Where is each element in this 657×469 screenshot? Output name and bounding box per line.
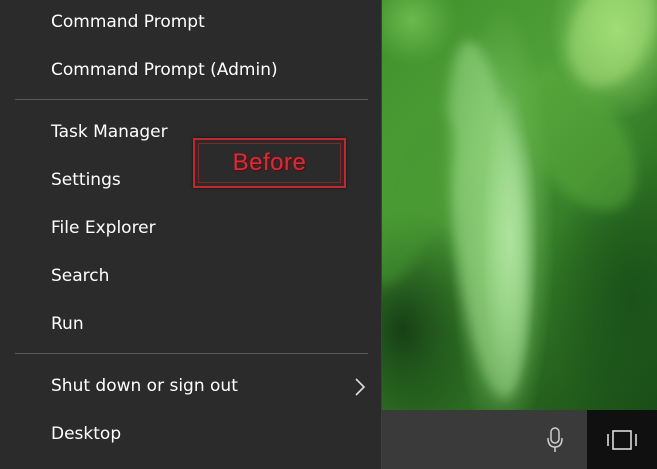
before-annotation-label: Before [232, 149, 307, 176]
menu-item-file-explorer[interactable]: File Explorer [0, 206, 381, 250]
menu-separator [15, 353, 368, 354]
menu-item-command-prompt-admin[interactable]: Command Prompt (Admin) [0, 48, 381, 92]
menu-item-command-prompt[interactable]: Command Prompt [0, 0, 381, 44]
menu-item-shut-down-or-sign-out[interactable]: Shut down or sign out [0, 364, 381, 408]
screen: Command Prompt Command Prompt (Admin) Ta… [0, 0, 657, 469]
menu-item-run[interactable]: Run [0, 302, 381, 346]
before-annotation-box: Before [193, 138, 346, 188]
menu-item-desktop[interactable]: Desktop [0, 412, 381, 456]
task-view-icon[interactable] [606, 429, 638, 451]
taskbar [382, 410, 657, 469]
winx-power-user-menu: Command Prompt Command Prompt (Admin) Ta… [0, 0, 382, 469]
desktop-wallpaper[interactable] [382, 0, 657, 410]
chevron-right-icon [355, 378, 366, 396]
menu-item-search[interactable]: Search [0, 254, 381, 298]
menu-item-label: Shut down or sign out [51, 376, 238, 396]
cortana-search-box[interactable] [382, 410, 587, 469]
microphone-icon[interactable] [546, 427, 564, 453]
menu-separator [15, 99, 368, 100]
